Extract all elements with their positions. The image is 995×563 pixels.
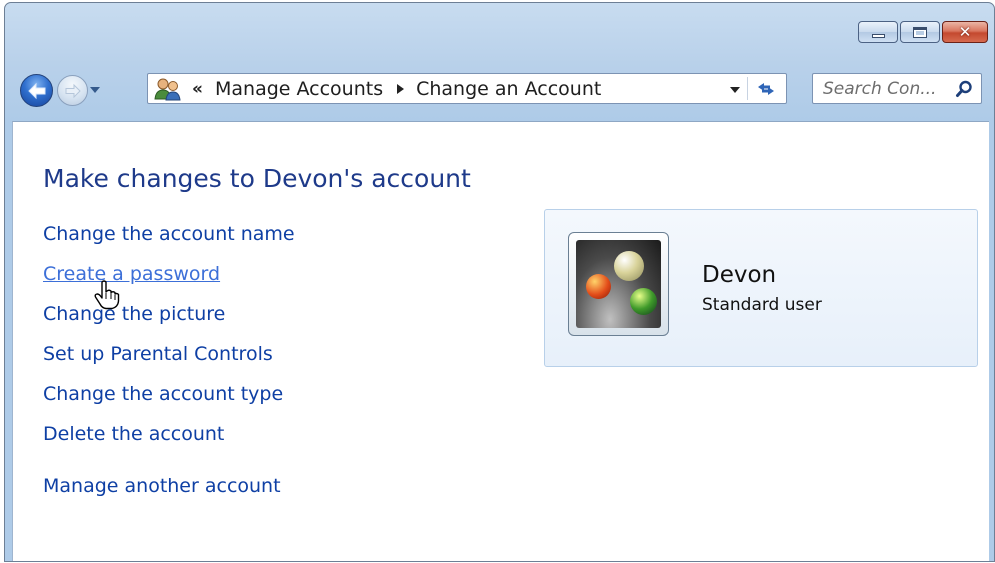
task-list: Change the account name Create a passwor… xyxy=(43,224,295,516)
change-picture-link[interactable]: Change the picture xyxy=(43,304,295,344)
marbles-picture-icon xyxy=(576,240,661,328)
address-dropdown-icon[interactable] xyxy=(730,87,740,93)
user-accounts-icon xyxy=(154,77,182,101)
recent-pages-dropdown[interactable] xyxy=(90,87,100,93)
change-account-type-link[interactable]: Change the account type xyxy=(43,384,295,424)
search-icon[interactable] xyxy=(955,80,973,98)
address-bar[interactable]: « Manage Accounts Change an Account xyxy=(147,73,787,104)
account-card: Devon Standard user xyxy=(544,209,978,367)
search-input[interactable] xyxy=(823,78,953,99)
control-panel-window: ✕ « Manage Accounts Change an Account Se… xyxy=(4,2,995,562)
breadcrumb-manage-accounts[interactable]: Manage Accounts xyxy=(215,78,383,100)
account-name: Devon xyxy=(702,262,777,288)
red-marble xyxy=(586,274,611,299)
breadcrumb-change-account[interactable]: Change an Account xyxy=(416,78,601,100)
back-button[interactable] xyxy=(20,74,53,107)
close-icon: ✕ xyxy=(958,23,972,41)
refresh-button[interactable] xyxy=(753,77,779,100)
back-arrow-icon xyxy=(27,82,45,99)
manage-another-account-link[interactable]: Manage another account xyxy=(43,476,295,516)
white-marble xyxy=(614,251,644,281)
avatar xyxy=(568,232,669,336)
account-type: Standard user xyxy=(702,295,822,315)
search-box[interactable] xyxy=(812,73,982,104)
maximize-icon xyxy=(913,26,927,38)
caption-buttons: ✕ xyxy=(858,21,988,43)
close-button[interactable]: ✕ xyxy=(942,21,988,43)
minimize-icon xyxy=(871,34,885,38)
hand-cursor-icon xyxy=(94,280,120,310)
page-title: Make changes to Devon's account xyxy=(43,164,471,193)
parental-controls-link[interactable]: Set up Parental Controls xyxy=(43,344,295,384)
change-account-name-link[interactable]: Change the account name xyxy=(43,224,295,264)
minimize-button[interactable] xyxy=(858,21,898,43)
breadcrumb-separator-icon[interactable] xyxy=(397,83,405,94)
green-marble xyxy=(630,288,657,315)
maximize-button[interactable] xyxy=(900,21,940,43)
forward-arrow-icon xyxy=(65,83,81,98)
content-area: Make changes to Devon's account Change t… xyxy=(12,121,989,561)
create-password-link[interactable]: Create a password xyxy=(43,264,295,304)
refresh-icon xyxy=(758,82,774,95)
delete-account-link[interactable]: Delete the account xyxy=(43,424,295,464)
address-divider xyxy=(747,77,748,100)
forward-button[interactable] xyxy=(57,75,88,106)
breadcrumb-overflow[interactable]: « xyxy=(192,79,203,99)
